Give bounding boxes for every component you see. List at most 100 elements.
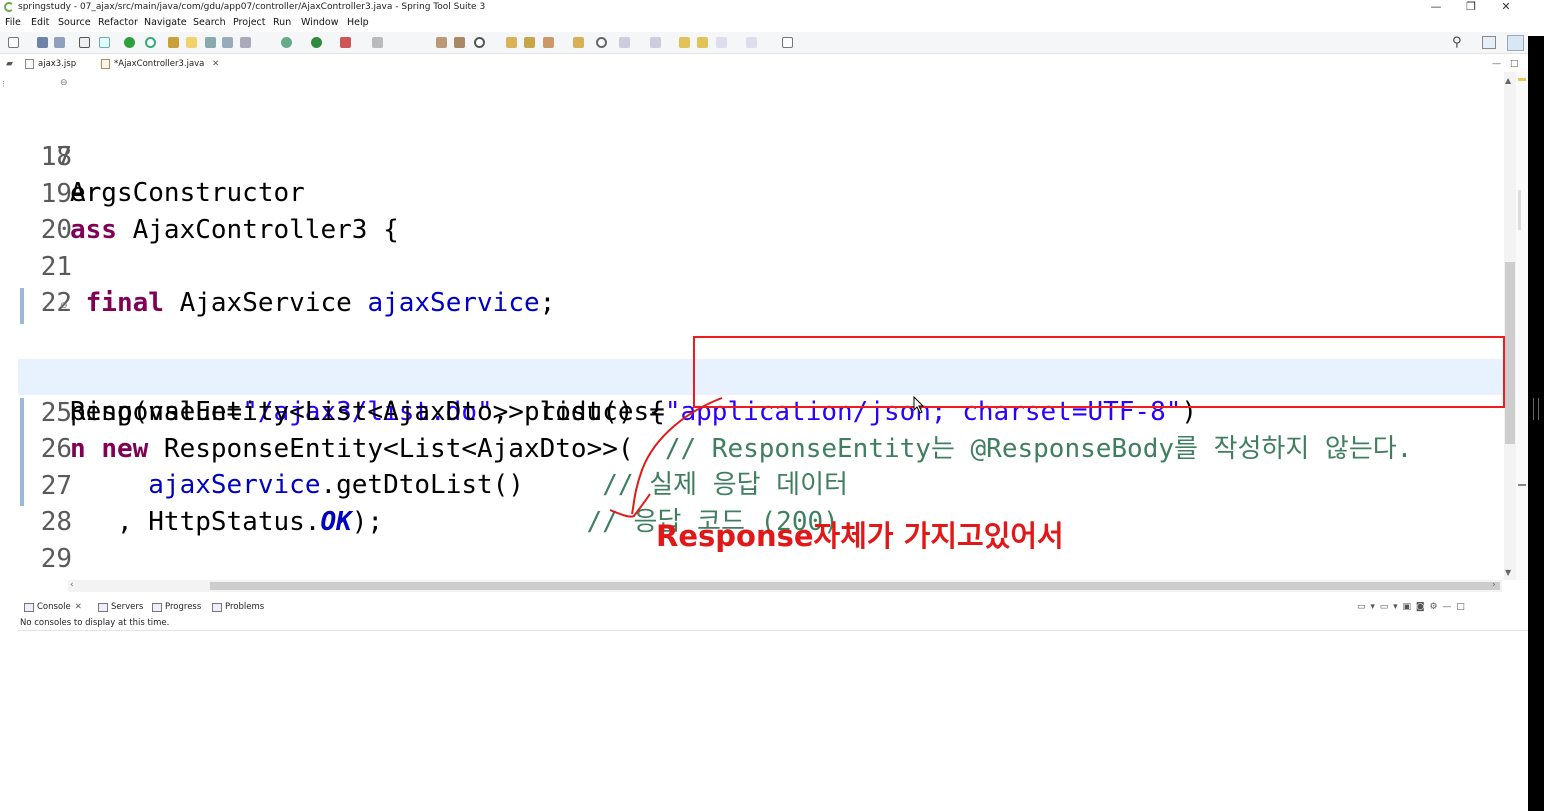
save-all-icon[interactable]	[54, 37, 65, 48]
minimize-button[interactable]: —	[1426, 0, 1446, 14]
show-whitespace-icon[interactable]	[240, 37, 251, 48]
code-line[interactable]: 26 ajaxService.getDtoList() // 실제 응답 데이터	[18, 395, 848, 500]
menu-navigate[interactable]: Navigate	[144, 14, 187, 31]
menu-search[interactable]: Search	[193, 14, 226, 31]
code-line[interactable]: 29	[18, 505, 81, 574]
scrollbar-thumb[interactable]	[1505, 262, 1515, 444]
code-line[interactable]: ⊖ 23 ping(value="/ajax3/list.do", produc…	[18, 286, 1197, 427]
new-icon[interactable]	[8, 37, 19, 48]
editor-vertical-scrollbar[interactable]: ▲ ▼	[1504, 72, 1516, 580]
code-line[interactable]: 19 ass AjaxController3 {	[18, 140, 399, 245]
tab-problems[interactable]: Problems	[212, 598, 264, 616]
terminal-icon[interactable]	[79, 37, 90, 48]
previous-edit-icon[interactable]	[650, 37, 661, 48]
resize-grip-icon[interactable]	[1533, 398, 1539, 420]
code-fragment	[70, 470, 148, 500]
close-tab-icon[interactable]: ✕	[75, 602, 82, 612]
new-java-package-icon[interactable]	[436, 37, 447, 48]
code-fragment: ;	[539, 288, 556, 318]
task-icon[interactable]	[168, 37, 179, 48]
web-browser-icon[interactable]	[596, 37, 607, 48]
last-edit-location-icon[interactable]	[679, 37, 690, 48]
mouse-cursor-icon	[913, 396, 925, 414]
close-tab-icon[interactable]: ✕	[212, 59, 219, 69]
tab-progress[interactable]: Progress	[152, 598, 201, 616]
stop-icon[interactable]	[372, 37, 383, 48]
open-task-icon[interactable]	[524, 37, 535, 48]
tab-label: Servers	[111, 602, 144, 612]
tab-ajaxcontroller3-java[interactable]: *AjaxController3.java ✕	[98, 56, 224, 72]
maximize-button[interactable]: ❐	[1461, 0, 1481, 14]
menu-help[interactable]: Help	[347, 14, 369, 31]
code-line[interactable]: 28	[18, 468, 81, 537]
menu-file[interactable]: File	[5, 14, 21, 31]
scroll-up-icon[interactable]: ▲	[1505, 76, 1511, 85]
new-java-class-icon[interactable]	[454, 37, 465, 48]
pin-icon[interactable]	[697, 37, 708, 48]
menu-source[interactable]: Source	[58, 14, 91, 31]
maximize-editor-button[interactable]: □	[1510, 56, 1519, 72]
menu-run[interactable]: Run	[273, 14, 291, 31]
scroll-left-icon[interactable]: ‹	[70, 580, 74, 590]
console-toolbar[interactable]: ▭ ▾ ▭ ▾ ▣ ◙ ⚙ — □	[1357, 598, 1466, 616]
menu-refactor[interactable]: Refactor	[98, 14, 138, 31]
highlight-icon[interactable]	[186, 37, 197, 48]
debug-icon[interactable]	[281, 37, 292, 48]
block-selection-icon[interactable]	[222, 37, 233, 48]
toggle-icon[interactable]	[99, 37, 110, 48]
fold-icon[interactable]: ⊖	[60, 288, 68, 324]
servers-icon	[98, 603, 108, 612]
code-line[interactable]: 24 ResponseEntity<List<AjaxDto>> list() …	[18, 322, 665, 427]
editor-horizontal-scrollbar[interactable]: ‹ ›	[68, 580, 1502, 592]
warning-marker[interactable]	[1518, 78, 1526, 81]
editor-tab-bar: ▰ ajax3.jsp *AjaxController3.java ✕ — □	[0, 56, 1528, 72]
next-annotation-icon[interactable]	[205, 37, 216, 48]
code-line[interactable]: 30	[18, 541, 81, 577]
annotation-highlight-box	[693, 336, 1505, 408]
fold-icon[interactable]: ⊖	[60, 72, 68, 101]
code-text: ResponseEntity<List<AjaxDto>> list() {	[70, 397, 665, 427]
code-line[interactable]: 18 er	[18, 103, 102, 208]
code-text: ArgsConstructor	[70, 178, 305, 208]
code-text: final AjaxService ajaxService;	[70, 285, 556, 321]
code-text: ajaxService.getDtoList() // 실제 응답 데이터	[70, 467, 848, 503]
menu-edit[interactable]: Edit	[31, 14, 49, 31]
tab-console[interactable]: Console ✕	[24, 598, 82, 616]
scroll-down-icon[interactable]: ▼	[1505, 568, 1511, 577]
close-button[interactable]: ✕	[1496, 0, 1516, 14]
scrollbar-thumb[interactable]	[210, 582, 1500, 590]
back-icon[interactable]	[716, 37, 727, 48]
open-folder-icon[interactable]	[573, 37, 584, 48]
new-window-icon[interactable]	[782, 37, 793, 48]
save-icon[interactable]	[37, 37, 48, 48]
code-line[interactable]: 27 , HttpStatus.OK); // 응답 코드 (200)	[18, 432, 839, 537]
refresh-icon[interactable]	[145, 37, 156, 48]
code-line[interactable]: 22	[18, 249, 81, 318]
overview-ruler[interactable]	[1516, 72, 1528, 580]
code-line[interactable]: ⊖ 17 ArgsConstructor	[18, 72, 305, 208]
code-line[interactable]: 21 final AjaxService ajaxService;	[18, 213, 556, 318]
menu-window[interactable]: Window	[301, 14, 338, 31]
scroll-right-icon[interactable]: ›	[1492, 580, 1496, 590]
search-icon[interactable]: ⚲	[1452, 35, 1462, 50]
boot-dashboard-icon[interactable]	[124, 37, 135, 48]
code-editor[interactable]: ⊖ 17 ArgsConstructor 18 er 19 ass AjaxCo…	[18, 72, 1504, 580]
external-tools-icon[interactable]	[340, 37, 351, 48]
menu-project[interactable]: Project	[233, 14, 266, 31]
minimize-editor-button[interactable]: —	[1492, 56, 1501, 72]
tab-label: *AjaxController3.java	[114, 59, 205, 69]
tab-servers[interactable]: Servers	[98, 598, 143, 616]
next-edit-icon[interactable]	[619, 37, 630, 48]
search-tool-icon[interactable]	[543, 37, 554, 48]
console-output[interactable]	[18, 630, 1528, 811]
open-type-icon[interactable]	[506, 37, 517, 48]
run-icon[interactable]	[311, 37, 322, 48]
field-name: ajaxService	[367, 288, 540, 318]
spring-perspective-icon[interactable]	[1507, 35, 1524, 51]
forward-icon[interactable]	[746, 37, 757, 48]
open-perspective-icon[interactable]	[1482, 36, 1496, 49]
view-menu-icon[interactable]: ▰	[6, 56, 13, 72]
new-server-icon[interactable]	[474, 37, 485, 48]
tab-ajax3-jsp[interactable]: ajax3.jsp	[22, 56, 80, 72]
code-line[interactable]: 20	[18, 176, 81, 245]
